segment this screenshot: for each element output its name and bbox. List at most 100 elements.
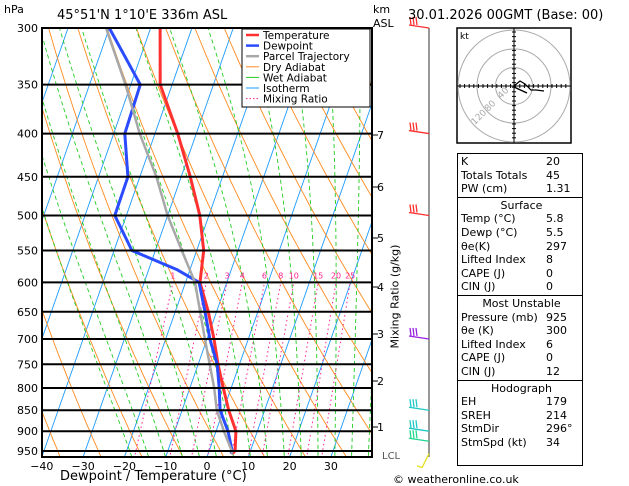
wind-barb-flag bbox=[412, 399, 415, 408]
index-row: CAPE (J) 0 bbox=[461, 267, 582, 281]
km-tick-label: 7 bbox=[377, 129, 384, 142]
pressure-tick-label: 750 bbox=[17, 358, 38, 371]
index-value: 5.8 bbox=[546, 212, 564, 226]
wind-barb-flag bbox=[412, 430, 415, 439]
wind-barb-flag bbox=[412, 122, 415, 131]
wet-adiabat-line bbox=[42, 33, 183, 457]
general-section: K 20 Totals Totals 45 PW (cm) 1.31 bbox=[458, 154, 582, 198]
pressure-tick-label: 800 bbox=[17, 382, 38, 395]
pressure-tick-label: 700 bbox=[17, 333, 38, 346]
wind-barb-flag bbox=[409, 430, 412, 439]
surface-section: Surface Temp (°C) 5.8 Dewp (°C) 5.5 θe(K) 297 L… bbox=[458, 198, 582, 296]
pressure-tick-label: 300 bbox=[17, 22, 38, 35]
x-tick-label: −40 bbox=[30, 460, 53, 473]
pressure-tick-label: 400 bbox=[17, 128, 38, 141]
section-title: Surface bbox=[500, 198, 543, 212]
wind-barb-flag bbox=[409, 327, 412, 337]
hodograph: 4080120kt bbox=[456, 27, 572, 144]
index-label: Totals Totals bbox=[461, 168, 528, 182]
mixing-ratio-line bbox=[247, 282, 282, 457]
pressure-tick-label: 650 bbox=[17, 306, 38, 319]
index-label: CAPE (J) bbox=[461, 266, 506, 280]
pressure-tick-label: 450 bbox=[17, 171, 38, 184]
index-row: CIN (J) 0 bbox=[461, 280, 582, 294]
skewt-page: 1 2 3 4 6 8 10 15 20 25 300 350 400 450 500 550 600 650 70… bbox=[0, 0, 629, 486]
index-label: Temp (°C) bbox=[461, 212, 516, 226]
index-label: Dewp (°C) bbox=[461, 225, 518, 239]
dry-adiabat-line bbox=[77, 28, 266, 457]
index-label: CAPE (J) bbox=[461, 351, 506, 365]
x-tick-label: 30 bbox=[324, 460, 338, 473]
km-tick-label: 3 bbox=[377, 328, 384, 341]
mixing-ratio-label: 3 bbox=[224, 271, 229, 280]
wind-barb-flag bbox=[409, 399, 412, 408]
mixing-ratio-label: 1 bbox=[170, 271, 175, 280]
index-row: θe (K) 300 bbox=[461, 324, 582, 338]
index-label: K bbox=[461, 155, 469, 168]
index-label: CIN (J) bbox=[461, 364, 496, 378]
index-value: 34 bbox=[546, 435, 560, 449]
index-value: 179 bbox=[546, 395, 567, 409]
index-row: CAPE (J) 0 bbox=[461, 351, 582, 365]
datetime: 30.01.2026 00GMT (Base: 00) bbox=[408, 8, 604, 23]
wind-barb bbox=[408, 430, 430, 442]
dry-adiabat-line bbox=[615, 3, 629, 463]
index-row: StmDir 296° bbox=[461, 422, 582, 436]
mixing-ratio-line bbox=[191, 282, 228, 457]
index-label: SREH bbox=[461, 408, 491, 422]
wind-barb-shaft bbox=[408, 437, 430, 442]
wind-barb-flag bbox=[415, 420, 418, 429]
index-label: StmDir bbox=[461, 422, 500, 436]
index-value: 20 bbox=[546, 155, 560, 168]
index-row: CIN (J) 12 bbox=[461, 365, 582, 379]
wind-barb bbox=[408, 399, 430, 411]
index-value: 925 bbox=[546, 310, 567, 324]
index-value: 8 bbox=[546, 253, 553, 267]
index-value: 214 bbox=[546, 408, 567, 422]
km-tick-label: 2 bbox=[377, 375, 384, 388]
wind-barb-shaft bbox=[408, 129, 430, 135]
mixing-ratio-label: 2 bbox=[204, 271, 209, 280]
pressure-tick-label: 850 bbox=[17, 404, 38, 417]
indices-table: K 20 Totals Totals 45 PW (cm) 1.31 Surface Temp… bbox=[457, 153, 583, 466]
mixing-ratio-label: 20 bbox=[331, 271, 341, 280]
asl-unit: ASL bbox=[373, 17, 394, 30]
mixing-ratio-label: 10 bbox=[289, 271, 299, 280]
index-value: 1.31 bbox=[546, 182, 571, 196]
index-row: SREH 214 bbox=[461, 409, 582, 423]
isotherm-line bbox=[42, 28, 152, 340]
index-label: Lifted Index bbox=[461, 337, 526, 351]
section-title: Most Unstable bbox=[482, 296, 561, 310]
index-value: 0 bbox=[546, 280, 553, 294]
pressure-tick-label: 600 bbox=[17, 276, 38, 289]
index-label: StmSpd (kt) bbox=[461, 435, 527, 449]
copyright: © weatheronline.co.uk bbox=[393, 473, 519, 486]
pressure-tick-label: 350 bbox=[17, 79, 38, 92]
hodograph-section: Hodograph EH 179 SREH 214 StmDir 296° StmSpd (k… bbox=[458, 381, 582, 451]
wet-adiabat-line bbox=[59, 28, 200, 457]
most_unstable-section: Most Unstable Pressure (mb) 925 θe (K) 300 Li… bbox=[458, 296, 582, 381]
wind-barb-shaft bbox=[408, 427, 430, 432]
index-row: Lifted Index 6 bbox=[461, 338, 582, 352]
index-value: 297 bbox=[546, 239, 567, 253]
wind-barb-shaft bbox=[408, 24, 430, 29]
index-row: Lifted Index 8 bbox=[461, 253, 582, 267]
index-value: 5.5 bbox=[546, 225, 564, 239]
index-value: 12 bbox=[546, 364, 560, 378]
pressure-tick-label: 550 bbox=[17, 244, 38, 257]
x-axis-label: Dewpoint / Temperature (°C) bbox=[60, 469, 247, 484]
index-row: EH 179 bbox=[461, 395, 582, 409]
wind-barb-flag bbox=[409, 204, 412, 213]
index-row: PW (cm) 1.31 bbox=[461, 182, 582, 196]
isotherm-line bbox=[0, 3, 36, 470]
index-label: PW (cm) bbox=[461, 182, 508, 196]
wind-barb-shaft bbox=[408, 406, 430, 411]
temperature-trace bbox=[158, 28, 238, 455]
wind-barb bbox=[408, 204, 430, 217]
index-row: θe(K) 297 bbox=[461, 240, 582, 254]
wind-barb-flag bbox=[412, 327, 415, 337]
index-value: 296° bbox=[546, 422, 573, 436]
wind-barb-flag bbox=[415, 122, 418, 131]
index-label: θe(K) bbox=[461, 239, 491, 253]
legend: TemperatureDewpointParcel TrajectoryDry … bbox=[241, 28, 371, 108]
